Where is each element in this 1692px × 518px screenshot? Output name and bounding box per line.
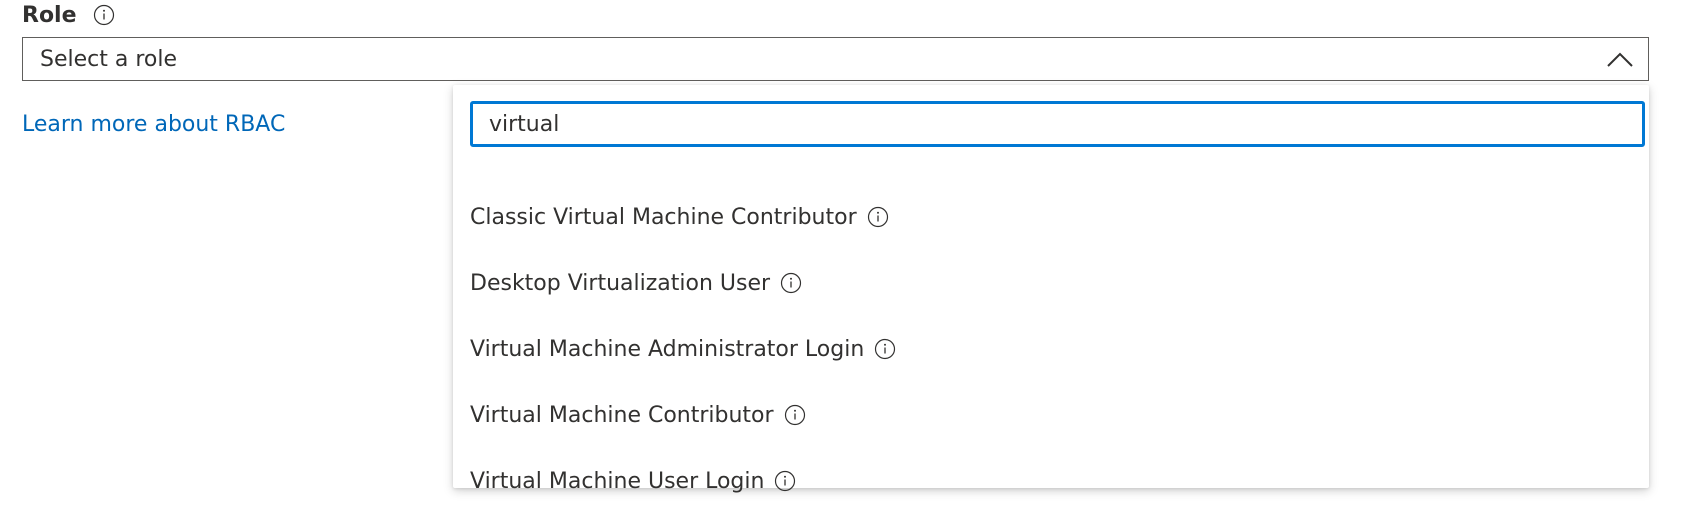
role-label: Role	[22, 2, 77, 28]
role-option-label: Classic Virtual Machine Contributor	[470, 204, 857, 230]
role-select[interactable]: Select a role	[22, 37, 1649, 81]
role-option-label: Virtual Machine Administrator Login	[470, 336, 865, 362]
role-label-row: Role	[22, 0, 115, 30]
info-icon[interactable]	[774, 470, 796, 492]
role-options-list: Classic Virtual Machine Contributor Desk…	[470, 184, 896, 514]
role-option[interactable]: Virtual Machine Contributor	[470, 382, 896, 448]
chevron-up-icon[interactable]	[1606, 50, 1634, 68]
role-info-icon[interactable]	[93, 4, 115, 26]
role-dropdown-panel: Classic Virtual Machine Contributor Desk…	[453, 85, 1649, 494]
role-option[interactable]: Virtual Machine Administrator Login	[470, 316, 896, 382]
role-option[interactable]: Classic Virtual Machine Contributor	[470, 184, 896, 250]
role-option-label: Virtual Machine User Login	[470, 468, 765, 494]
role-option[interactable]: Virtual Machine User Login	[470, 448, 896, 514]
role-search-input[interactable]	[470, 101, 1645, 147]
info-icon[interactable]	[784, 404, 806, 426]
info-icon[interactable]	[780, 272, 802, 294]
role-option[interactable]: Desktop Virtualization User	[470, 250, 896, 316]
learn-more-rbac-link[interactable]: Learn more about RBAC	[22, 112, 285, 137]
role-option-label: Desktop Virtualization User	[470, 270, 771, 296]
info-icon[interactable]	[867, 206, 889, 228]
info-icon[interactable]	[874, 338, 896, 360]
role-select-value: Select a role	[40, 46, 178, 72]
role-option-label: Virtual Machine Contributor	[470, 402, 774, 428]
